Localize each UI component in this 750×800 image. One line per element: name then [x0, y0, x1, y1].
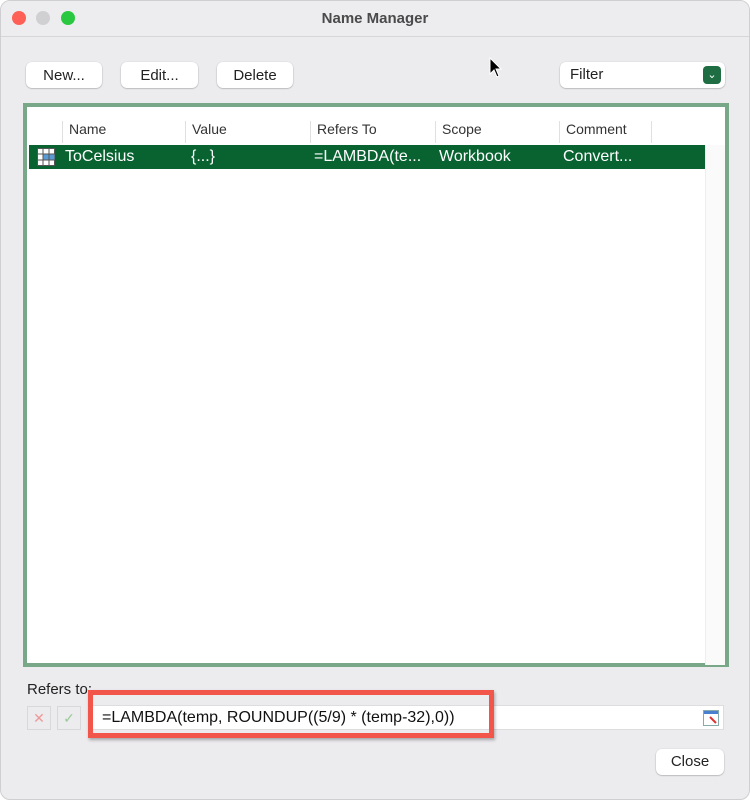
chevron-down-icon: ⌄	[703, 66, 721, 84]
names-list[interactable]: Name Value Refers To Scope Comment ToCel…	[23, 103, 729, 667]
filter-dropdown[interactable]: Filter ⌄	[560, 62, 725, 88]
column-header-comment[interactable]: Comment	[559, 121, 652, 143]
cell-value: {...}	[191, 148, 216, 165]
confirm-edit-icon[interactable]: ✓	[57, 706, 81, 730]
name-table-icon	[37, 148, 55, 166]
cell-name: ToCelsius	[65, 148, 135, 165]
table-row[interactable]: ToCelsius {...} =LAMBDA(te... Workbook C…	[29, 145, 705, 169]
close-button[interactable]: Close	[656, 749, 724, 775]
refers-to-label: Refers to:	[27, 681, 93, 698]
list-header: Name Value Refers To Scope Comment	[27, 115, 725, 143]
window-title: Name Manager	[321, 10, 429, 27]
cell-comment: Convert...	[563, 148, 633, 165]
refers-to-input[interactable]: =LAMBDA(temp, ROUNDUP((5/9) * (temp-32),…	[91, 705, 724, 730]
title-bar: Name Manager	[1, 1, 749, 37]
refers-to-value: =LAMBDA(temp, ROUNDUP((5/9) * (temp-32),…	[102, 709, 455, 726]
mouse-cursor-icon	[489, 57, 503, 78]
cell-scope: Workbook	[439, 148, 511, 165]
cell-refers-to: =LAMBDA(te...	[314, 148, 422, 165]
delete-button[interactable]: Delete	[217, 62, 293, 88]
edit-button[interactable]: Edit...	[121, 62, 198, 88]
column-header-value[interactable]: Value	[185, 121, 227, 143]
new-button[interactable]: New...	[26, 62, 102, 88]
collapse-dialog-icon[interactable]	[703, 710, 719, 726]
column-header-refers-to[interactable]: Refers To	[310, 121, 377, 143]
scrollbar[interactable]	[705, 145, 725, 665]
filter-value: Filter	[570, 66, 604, 83]
cancel-edit-icon[interactable]: ✕	[27, 706, 51, 730]
column-header-scope[interactable]: Scope	[435, 121, 482, 143]
column-header-name[interactable]: Name	[62, 121, 106, 143]
name-manager-window: Name Manager New... Edit... Delete Filte…	[0, 0, 750, 800]
